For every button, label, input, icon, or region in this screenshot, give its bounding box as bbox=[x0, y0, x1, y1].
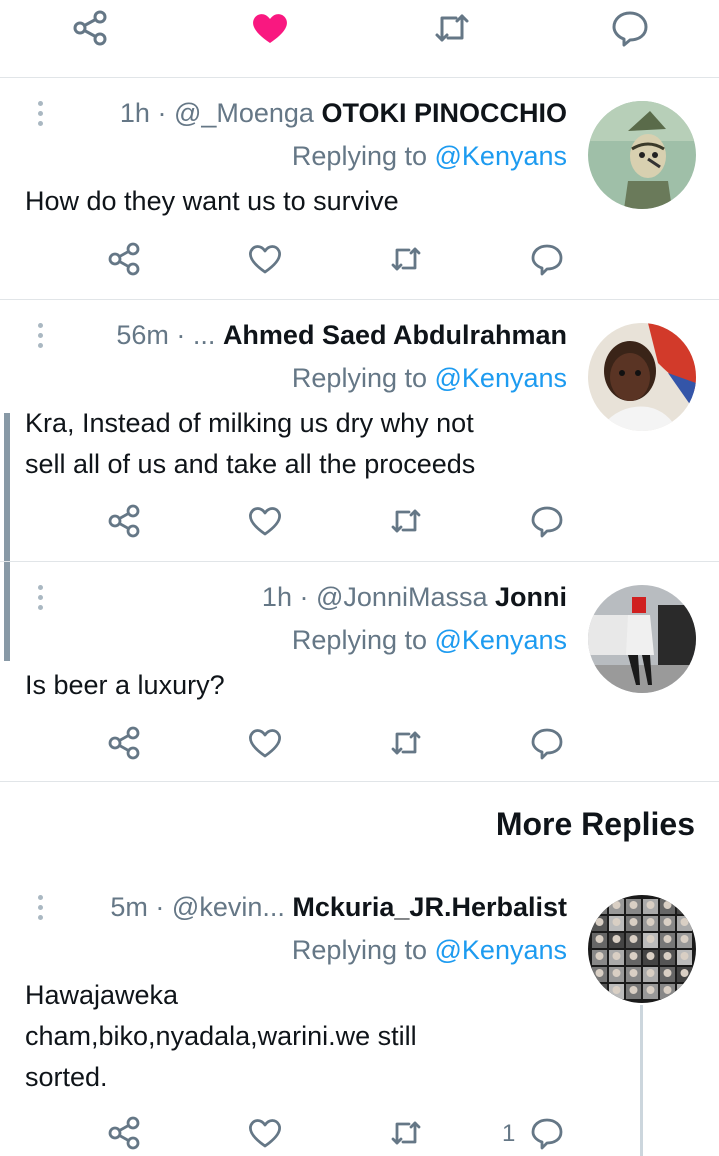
reply-text-line: sorted. bbox=[25, 1062, 108, 1092]
reply-icon[interactable] bbox=[527, 501, 567, 541]
divider bbox=[0, 781, 719, 782]
parent-tweet-actions bbox=[0, 8, 719, 48]
share-icon[interactable] bbox=[104, 501, 144, 541]
reply-text-line: sell all of us and take all the proceeds bbox=[25, 449, 476, 479]
meta-separator: · bbox=[155, 892, 165, 922]
reply-time: 56m bbox=[116, 320, 169, 350]
reply-time: 1h bbox=[119, 98, 150, 128]
replying-to: Replying to @Kenyans bbox=[292, 623, 567, 657]
meta-separator: · bbox=[176, 320, 186, 350]
heart-icon-liked[interactable] bbox=[250, 8, 290, 48]
reply-author-name[interactable]: Mckuria_JR.Herbalist bbox=[292, 892, 567, 922]
reply-time: 1h bbox=[261, 582, 292, 612]
more-dots-icon[interactable] bbox=[35, 323, 45, 353]
divider bbox=[0, 561, 719, 562]
replying-handle[interactable]: @Kenyans bbox=[435, 935, 567, 965]
heart-icon[interactable] bbox=[245, 239, 285, 279]
share-icon[interactable] bbox=[70, 8, 110, 48]
reply-actions bbox=[0, 239, 719, 279]
heart-icon[interactable] bbox=[245, 723, 285, 763]
reply-text-line: cham,biko,nyadala,warini.we still bbox=[25, 1021, 417, 1051]
replying-prefix: Replying to bbox=[291, 141, 435, 171]
meta-separator: · bbox=[157, 98, 167, 128]
heart-icon[interactable] bbox=[245, 501, 285, 541]
replying-handle[interactable]: @Kenyans bbox=[435, 141, 567, 171]
reply-text: Kra, Instead of milking us dry why not s… bbox=[25, 403, 585, 485]
replying-handle[interactable]: @Kenyans bbox=[435, 363, 567, 393]
avatar[interactable] bbox=[588, 895, 696, 1003]
avatar[interactable] bbox=[588, 101, 696, 209]
reply-text: Is beer a luxury? bbox=[25, 670, 225, 700]
retweet-icon[interactable] bbox=[386, 501, 426, 541]
reply-icon[interactable] bbox=[527, 239, 567, 279]
more-replies-heading: More Replies bbox=[495, 806, 695, 842]
reply-handle[interactable]: @JonniMassa bbox=[316, 582, 487, 612]
reply-time: 5m bbox=[110, 892, 148, 922]
meta-separator: · bbox=[299, 582, 309, 612]
reply-actions bbox=[0, 501, 719, 541]
reply-meta: 56m · ... Ahmed Saed Abdulrahman bbox=[116, 319, 567, 351]
reply-handle[interactable]: ... bbox=[193, 320, 216, 350]
reply-author-name[interactable]: Jonni bbox=[495, 582, 567, 612]
reply-handle[interactable]: @kevin... bbox=[172, 892, 285, 922]
replying-prefix: Replying to bbox=[291, 935, 435, 965]
retweet-icon[interactable] bbox=[386, 239, 426, 279]
divider bbox=[0, 77, 719, 78]
avatar[interactable] bbox=[588, 323, 696, 431]
divider bbox=[0, 299, 719, 300]
more-dots-icon[interactable] bbox=[35, 585, 45, 615]
reply-text: How do they want us to survive bbox=[25, 186, 399, 216]
reply-text-line: Hawajaweka bbox=[25, 980, 179, 1010]
reply-handle[interactable]: @_Moenga bbox=[174, 98, 314, 128]
reply-author-name[interactable]: Ahmed Saed Abdulrahman bbox=[223, 320, 567, 350]
reply-actions: 1 bbox=[0, 1113, 719, 1153]
replying-to: Replying to @Kenyans bbox=[292, 933, 567, 967]
replying-prefix: Replying to bbox=[291, 363, 435, 393]
replying-prefix: Replying to bbox=[291, 625, 435, 655]
share-icon[interactable] bbox=[104, 239, 144, 279]
retweet-icon[interactable] bbox=[432, 8, 472, 48]
retweet-icon[interactable] bbox=[386, 1113, 426, 1153]
replying-to: Replying to @Kenyans bbox=[292, 361, 567, 395]
reply-count: 1 bbox=[502, 1120, 516, 1147]
reply-icon[interactable] bbox=[610, 8, 650, 48]
reply-text: Hawajaweka cham,biko,nyadala,warini.we s… bbox=[25, 975, 585, 1098]
reply-author-name[interactable]: OTOKI PINOCCHIO bbox=[321, 98, 567, 128]
reply-meta: 5m · @kevin... Mckuria_JR.Herbalist bbox=[110, 891, 567, 923]
reply-meta: 1h · @JonniMassa Jonni bbox=[262, 581, 567, 613]
reply-actions bbox=[0, 723, 719, 763]
reply-meta: 1h · @_Moenga OTOKI PINOCCHIO bbox=[120, 97, 567, 129]
avatar[interactable] bbox=[588, 585, 696, 693]
heart-icon[interactable] bbox=[245, 1113, 285, 1153]
retweet-icon[interactable] bbox=[386, 723, 426, 763]
reply-icon[interactable] bbox=[527, 723, 567, 763]
more-dots-icon[interactable] bbox=[35, 101, 45, 131]
more-dots-icon[interactable] bbox=[35, 895, 45, 925]
replying-to: Replying to @Kenyans bbox=[292, 139, 567, 173]
reply-icon[interactable] bbox=[527, 1113, 567, 1153]
replying-handle[interactable]: @Kenyans bbox=[435, 625, 567, 655]
share-icon[interactable] bbox=[104, 1113, 144, 1153]
reply-text-line: Kra, Instead of milking us dry why not bbox=[25, 408, 474, 438]
share-icon[interactable] bbox=[104, 723, 144, 763]
